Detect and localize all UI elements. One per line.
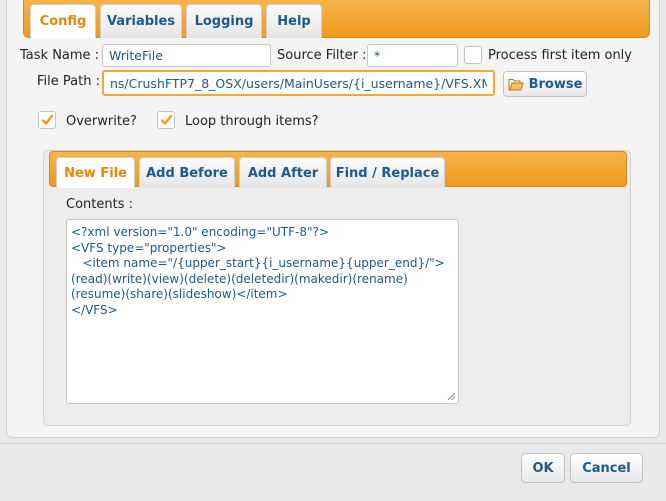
cancel-button[interactable]: Cancel (570, 453, 643, 483)
tab-config[interactable]: Config (30, 4, 96, 38)
task-dialog: Config Variables Logging Help Task Name … (6, 0, 660, 438)
tab-help[interactable]: Help (266, 4, 322, 38)
tab-logging[interactable]: Logging (186, 4, 262, 38)
checkmark-icon (41, 114, 53, 125)
content-tab-bar: New File Add Before Add After Find / Rep… (49, 151, 627, 188)
contents-label: Contents : (66, 197, 133, 212)
file-path-input[interactable] (102, 70, 495, 96)
overwrite-checkbox[interactable] (38, 111, 56, 129)
tab-find-replace[interactable]: Find / Replace (330, 157, 445, 188)
ok-button[interactable]: OK (521, 453, 565, 483)
tab-add-after[interactable]: Add After (239, 157, 327, 188)
source-filter-label: Source Filter : (277, 48, 367, 63)
tab-new-file[interactable]: New File (56, 157, 135, 188)
process-first-label: Process first item only (488, 48, 632, 63)
tab-variables[interactable]: Variables (100, 4, 182, 38)
task-name-input[interactable] (102, 44, 271, 67)
browse-label: Browse (528, 76, 583, 92)
source-filter-input[interactable] (367, 44, 458, 67)
footer-divider (0, 443, 666, 444)
main-tab-bar: Config Variables Logging Help (23, 0, 650, 38)
checkmark-icon (160, 114, 172, 125)
loop-label: Loop through items? (185, 114, 319, 129)
overwrite-label: Overwrite? (66, 114, 137, 129)
resize-handle-icon[interactable] (447, 392, 456, 401)
browse-button[interactable]: Browse (503, 71, 587, 97)
tab-add-before[interactable]: Add Before (139, 157, 235, 188)
file-content-panel: New File Add Before Add After Find / Rep… (43, 150, 631, 426)
task-name-label: Task Name : (20, 48, 100, 63)
process-first-checkbox[interactable] (464, 46, 482, 64)
folder-icon (508, 78, 524, 91)
contents-text: <?xml version="1.0" encoding="UTF-8"?> <… (71, 225, 445, 317)
loop-checkbox[interactable] (157, 111, 175, 129)
file-path-label: File Path : (37, 74, 100, 89)
contents-textarea[interactable]: <?xml version="1.0" encoding="UTF-8"?> <… (66, 219, 459, 404)
